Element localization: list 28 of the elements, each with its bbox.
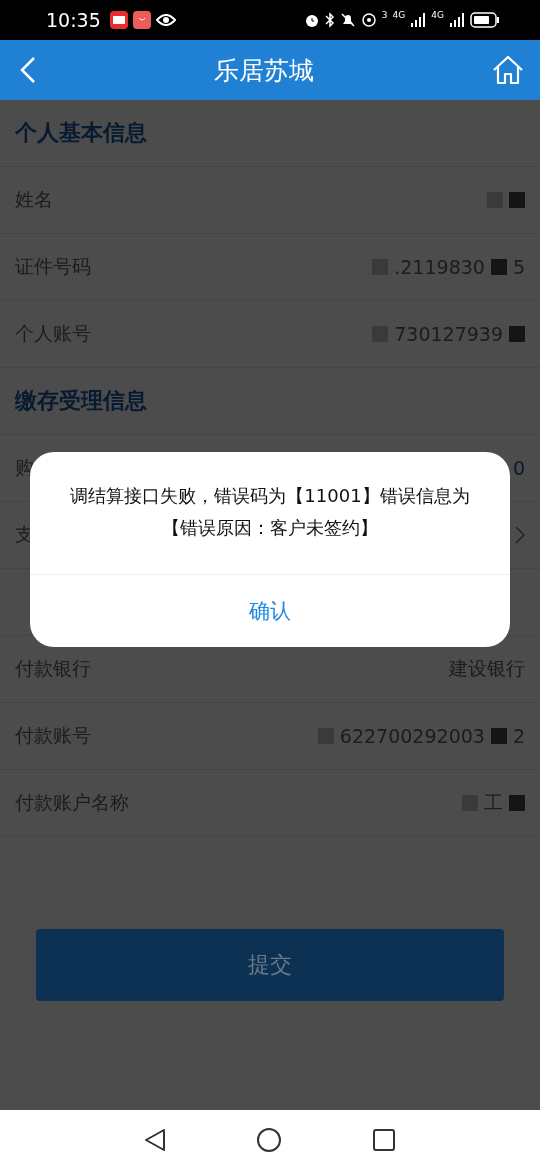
redaction-block bbox=[490, 728, 507, 744]
section-header: 缴存受理信息 bbox=[0, 368, 540, 435]
redaction-block bbox=[509, 192, 525, 208]
signal-icon bbox=[449, 13, 465, 27]
eye-icon bbox=[155, 13, 176, 27]
hotspot-icon bbox=[360, 12, 377, 28]
field-value: 0 bbox=[512, 457, 525, 479]
signal-icon bbox=[410, 13, 427, 27]
bluetooth-icon bbox=[324, 12, 335, 28]
battery-icon bbox=[470, 12, 500, 28]
network-label: 4G bbox=[431, 10, 444, 20]
home-icon bbox=[492, 55, 524, 85]
back-triangle-icon[interactable] bbox=[144, 1128, 166, 1152]
redaction-block bbox=[509, 795, 525, 811]
confirm-button[interactable]: 确认 bbox=[30, 575, 510, 647]
app-icon bbox=[109, 11, 128, 29]
network-label: 4G bbox=[392, 10, 406, 20]
section-header: 个人基本信息 bbox=[0, 100, 540, 167]
back-icon bbox=[20, 56, 36, 84]
home-circle-icon[interactable] bbox=[256, 1127, 282, 1153]
clock-time: 10:35 bbox=[46, 9, 101, 31]
redaction-block bbox=[490, 259, 507, 275]
page-title: 乐居苏城 bbox=[214, 54, 314, 87]
network-label: 3 bbox=[381, 10, 388, 20]
redaction-block bbox=[509, 326, 525, 342]
recents-square-icon[interactable] bbox=[372, 1128, 396, 1152]
dialog-message: 调结算接口失败，错误码为【11001】错误信息为【错误原因：客户未签约】 bbox=[30, 452, 510, 575]
muted-bell-icon bbox=[339, 12, 356, 28]
